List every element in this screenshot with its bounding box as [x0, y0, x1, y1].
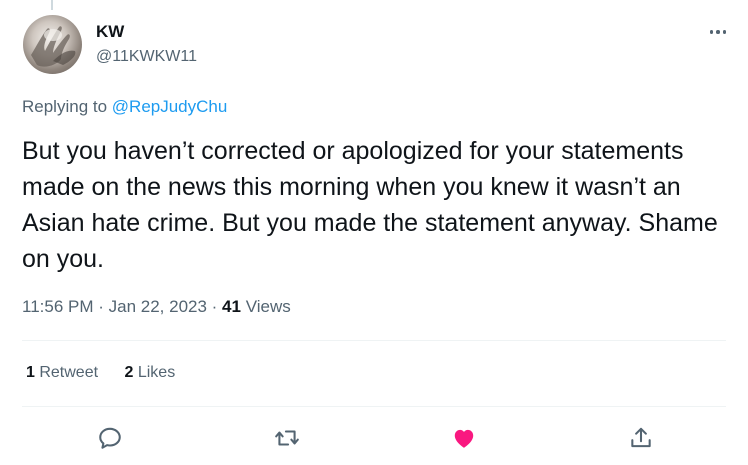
retweets-label: Retweet	[34, 364, 99, 381]
like-button[interactable]	[449, 423, 479, 453]
views-label: Views	[240, 297, 291, 316]
heart-icon	[454, 429, 474, 448]
retweets-count: 1	[26, 364, 35, 381]
tweet-date[interactable]: Jan 22, 2023	[109, 297, 207, 316]
likes-stat[interactable]: 2 Likes	[125, 364, 176, 381]
author-handle[interactable]: @11KWKW11	[96, 48, 197, 66]
avatar[interactable]	[23, 15, 82, 74]
tweet-time[interactable]: 11:56 PM	[22, 297, 94, 316]
divider	[22, 340, 726, 341]
views-count: 41	[222, 297, 241, 316]
reply-icon	[99, 427, 121, 449]
likes-label: Likes	[133, 364, 176, 381]
meta-separator: ·	[93, 297, 109, 316]
thread-connector	[51, 0, 53, 10]
share-icon	[631, 427, 651, 448]
share-button[interactable]	[626, 423, 656, 453]
replying-to-link[interactable]: @RepJudyChu	[112, 97, 228, 116]
retweets-stat[interactable]: 1 Retweet	[26, 364, 98, 381]
tweet-text: But you haven’t corrected or apologized …	[22, 137, 718, 273]
divider	[22, 406, 726, 407]
replying-to-label: Replying to	[22, 97, 112, 116]
retweet-icon	[275, 430, 299, 446]
engagement-stats: 1 Retweet 2 Likes	[26, 364, 197, 382]
retweet-button[interactable]	[272, 423, 302, 453]
more-options-icon[interactable]	[704, 22, 732, 42]
author-name[interactable]: KW	[96, 22, 124, 42]
replying-to: Replying to @RepJudyChu	[22, 97, 227, 117]
reply-button[interactable]	[95, 423, 125, 453]
tweet-meta: 11:56 PM · Jan 22, 2023 · 41 Views	[22, 297, 291, 317]
meta-separator: ·	[206, 297, 223, 316]
